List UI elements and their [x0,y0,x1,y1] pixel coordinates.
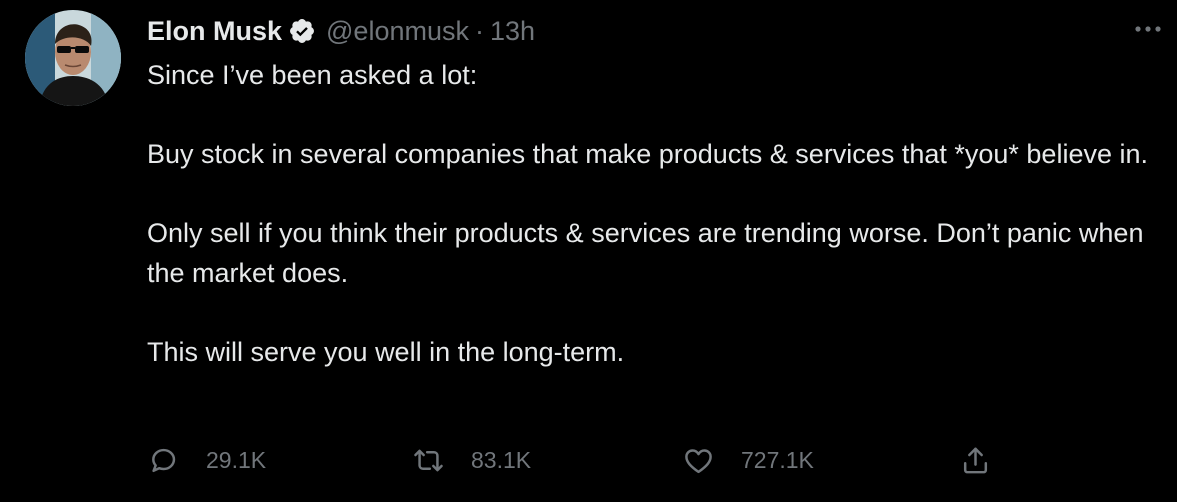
retweet-button[interactable]: 83.1K [412,438,531,482]
reply-icon [152,448,176,472]
tweet-actions: 29.1K 83.1K 727.1K [147,438,1007,482]
retweet-icon [414,449,443,471]
share-button[interactable] [959,438,992,482]
like-count: 727.1K [741,446,814,473]
reply-button[interactable]: 29.1K [147,438,266,482]
tweet-text: Since I’ve been asked a lot: Buy stock i… [147,56,1157,372]
more-icon[interactable] [1131,14,1165,44]
heart-icon [685,448,712,473]
verified-badge-icon [288,17,316,45]
share-icon [963,447,988,473]
retweet-count: 83.1K [471,446,532,473]
tweet-paragraph: Since I’ve been asked a lot: [147,60,478,90]
avatar-image [25,10,121,106]
tweet-timestamp[interactable]: 13h [490,16,535,47]
tweet[interactable]: Elon Musk @elonmusk · 13h Since I’ve bee… [0,0,1177,502]
user-handle[interactable]: @elonmusk [326,16,469,47]
tweet-paragraph: Buy stock in several companies that make… [147,139,1148,169]
separator-dot: · [474,15,484,46]
tweet-paragraph: This will serve you well in the long-ter… [147,336,625,367]
reply-count: 29.1K [206,446,267,473]
tweet-paragraph: Only sell if you think their products & … [147,218,1144,288]
like-button[interactable]: 727.1K [682,438,814,482]
user-name[interactable]: Elon Musk [147,16,282,47]
avatar[interactable] [25,10,121,106]
tweet-header: Elon Musk @elonmusk · 13h [147,13,535,49]
